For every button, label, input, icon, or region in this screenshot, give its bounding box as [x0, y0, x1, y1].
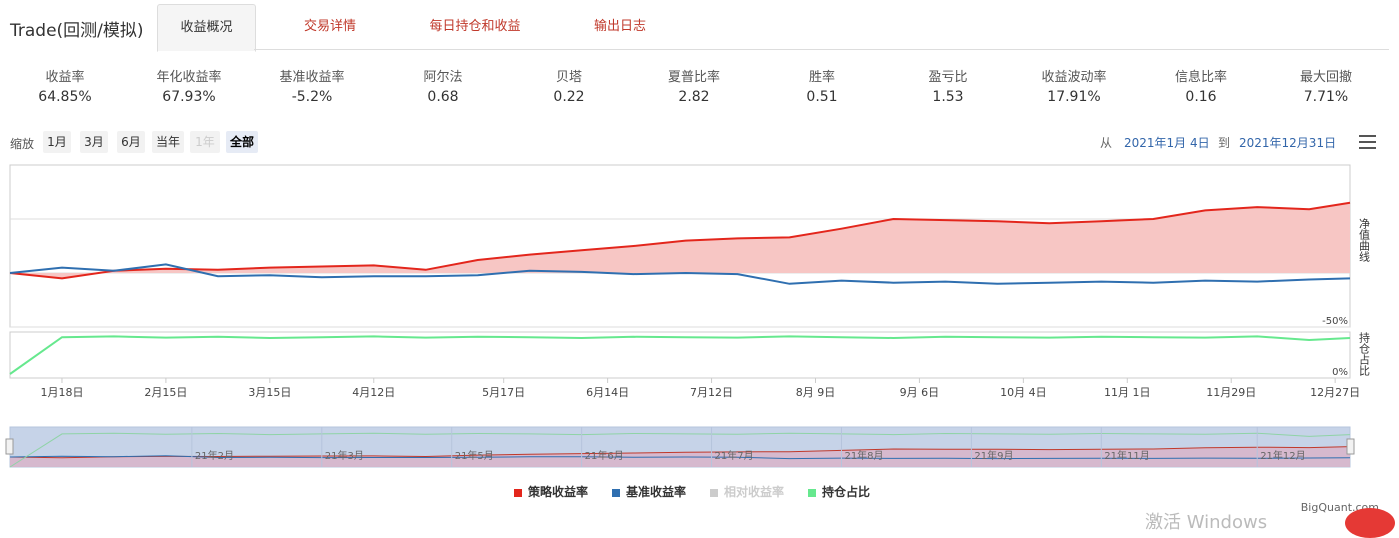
metric-label: 夏普比率 [667, 70, 720, 85]
metric-9: 信息比率 0.16 [1141, 66, 1261, 105]
metric-4: 贝塔 0.22 [509, 66, 629, 105]
main-pane-title: 净值曲线 [1358, 217, 1371, 262]
navigator-label: 21年11月 [1104, 449, 1149, 462]
x-tick-label: 11月29日 [1206, 386, 1256, 399]
navigator-label: 21年9月 [974, 449, 1013, 462]
metric-label: 盈亏比 [928, 70, 968, 85]
metric-5: 夏普比率 2.82 [634, 66, 754, 105]
x-tick-label: 5月17日 [482, 386, 525, 399]
metric-label: 收益波动率 [1041, 70, 1107, 85]
legend-strategy[interactable]: 策略收益率 [514, 483, 588, 500]
x-tick-label: 11月 1日 [1104, 386, 1151, 399]
zoom-6m-button[interactable]: 6月 [117, 131, 145, 153]
metric-value: 0.68 [427, 89, 459, 105]
legend-position-label: 持仓占比 [822, 485, 871, 499]
position-y-tick-label: 0% [1332, 367, 1348, 378]
metric-7: 盈亏比 1.53 [888, 66, 1008, 105]
corner-badge [1345, 508, 1395, 538]
metric-label: 信息比率 [1174, 70, 1227, 85]
x-tick-label: 12月27日 [1310, 386, 1360, 399]
x-tick-label: 9月 6日 [900, 386, 940, 399]
navigator-label: 21年12月 [1260, 449, 1305, 462]
navigator-label: 21年3月 [325, 449, 364, 462]
zoom-label: 缩放 [10, 137, 35, 151]
zoom-1m-button[interactable]: 1月 [43, 131, 71, 153]
legend-benchmark-label: 基准收益率 [626, 485, 687, 499]
returns-chart: -50%0%50%净值曲线0%持仓占比1月18日2月15日3月15日4月12日5… [5, 164, 1371, 468]
x-tick-label: 8月 9日 [796, 386, 836, 399]
metric-label: 胜率 [808, 70, 835, 85]
metric-8: 收益波动率 17.91% [1014, 66, 1134, 105]
main-y-tick-label: -50% [1322, 316, 1348, 327]
metric-label: 贝塔 [555, 70, 582, 85]
zoom-1y-button[interactable]: 1年 [190, 131, 220, 153]
zoom-all-button[interactable]: 全部 [226, 131, 258, 153]
metric-value: 7.71% [1303, 89, 1349, 105]
tab-output-log[interactable]: 输出日志 [580, 4, 660, 50]
x-tick-label: 10月 4日 [1000, 386, 1047, 399]
legend-relative-label: 相对收益率 [724, 485, 785, 499]
metric-10: 最大回撤 7.71% [1266, 66, 1386, 105]
legend-strategy-swatch [514, 488, 522, 497]
x-tick-label: 1月18日 [40, 386, 83, 399]
metric-value: 2.82 [678, 89, 710, 105]
x-tick-label: 6月14日 [586, 386, 629, 399]
range-from-label: 从 [1100, 136, 1113, 150]
metric-label: 基准收益率 [279, 70, 345, 85]
header-divider [254, 49, 1389, 50]
metric-value: 64.85% [38, 89, 92, 105]
legend-position[interactable]: 持仓占比 [808, 483, 870, 500]
metric-label: 最大回撤 [1299, 70, 1352, 85]
navigator-label: 21年2月 [195, 449, 234, 462]
x-tick-label: 3月15日 [248, 386, 291, 399]
metric-value: 67.93% [162, 89, 216, 105]
range-to-label: 到 [1218, 136, 1231, 150]
metric-3: 阿尔法 0.68 [383, 66, 503, 105]
x-tick-label: 4月12日 [352, 386, 395, 399]
navigator-left-handle[interactable] [5, 438, 14, 455]
position-pane-title: 持仓占比 [1358, 331, 1371, 376]
zoom-3m-button[interactable]: 3月 [80, 131, 108, 153]
metric-label: 阿尔法 [423, 70, 463, 85]
legend-relative[interactable]: 相对收益率 [710, 483, 784, 500]
tab-trade-details[interactable]: 交易详情 [290, 4, 370, 50]
navigator-label: 21年8月 [844, 449, 883, 462]
tab-daily-holdings[interactable]: 每日持仓和收益 [415, 4, 535, 50]
x-tick-label: 2月15日 [144, 386, 187, 399]
legend-relative-swatch [710, 488, 718, 497]
metric-value: 17.91% [1047, 89, 1101, 105]
metric-value: -5.2% [291, 89, 333, 105]
tab-overview[interactable]: 收益概况 [157, 4, 256, 52]
position-pane-frame [9, 331, 1351, 379]
metric-0: 收益率 64.85% [5, 66, 125, 105]
navigator-label: 21年6月 [585, 449, 624, 462]
metric-value: 0.16 [1185, 89, 1217, 105]
navigator-label: 21年5月 [455, 449, 494, 462]
navigator-label: 21年7月 [715, 449, 754, 462]
navigator-right-handle[interactable] [1346, 438, 1355, 455]
metric-2: 基准收益率 -5.2% [252, 66, 372, 105]
metric-1: 年化收益率 67.93% [129, 66, 249, 105]
metric-label: 收益率 [45, 70, 85, 85]
x-tick-label: 7月12日 [690, 386, 733, 399]
legend-benchmark[interactable]: 基准收益率 [612, 483, 686, 500]
metric-6: 胜率 0.51 [762, 66, 882, 105]
activation-watermark: 激活 Windows [1145, 512, 1268, 533]
metric-label: 年化收益率 [156, 70, 222, 85]
range-from-input[interactable]: 2021年1月 4日 [1124, 134, 1210, 151]
legend-strategy-label: 策略收益率 [528, 485, 589, 499]
hamburger-menu-icon[interactable] [1359, 135, 1376, 149]
metric-value: 1.53 [932, 89, 964, 105]
legend-benchmark-swatch [612, 488, 620, 497]
metric-value: 0.22 [553, 89, 585, 105]
metric-value: 0.51 [806, 89, 838, 105]
legend-position-swatch [808, 488, 816, 497]
zoom-ytd-button[interactable]: 当年 [152, 131, 184, 153]
app-title: Trade(回测/模拟) [10, 21, 144, 41]
range-to-input[interactable]: 2021年12月31日 [1239, 134, 1336, 151]
